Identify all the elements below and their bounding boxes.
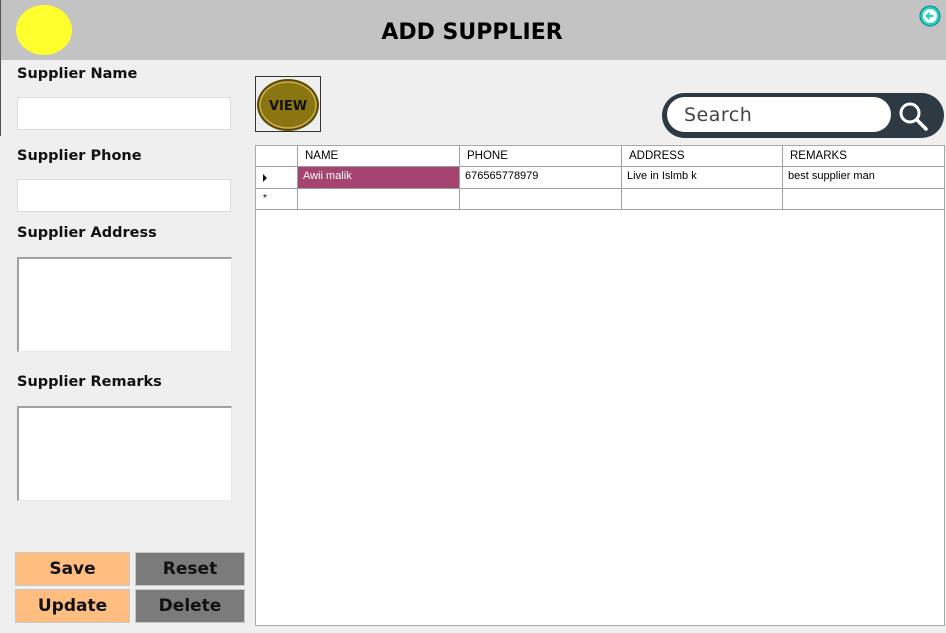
save-button[interactable]: Save <box>15 552 130 586</box>
new-row-cell-address[interactable] <box>622 189 783 210</box>
column-header-address[interactable]: ADDRESS <box>622 146 783 167</box>
page-title-text: ADD SUPPLIER <box>381 20 563 45</box>
supplier-address-label: Supplier Address <box>17 225 157 241</box>
grid-corner <box>256 146 298 167</box>
new-row-cell-remarks[interactable] <box>783 189 945 210</box>
grid-cell-phone[interactable]: 676565778979 <box>460 167 622 189</box>
column-header-remarks[interactable]: REMARKS <box>783 146 945 167</box>
new-row-marker[interactable]: * <box>256 189 298 210</box>
current-row-arrow-icon <box>263 174 267 182</box>
view-badge-icon: VIEW <box>257 79 319 131</box>
supplier-remarks-label: Supplier Remarks <box>17 374 162 390</box>
window-edge-left <box>0 60 1 136</box>
grid-cell-address[interactable]: Live in Islmb k <box>622 167 783 189</box>
reset-button[interactable]: Reset <box>135 552 245 586</box>
search-icon[interactable] <box>896 100 930 132</box>
supplier-phone-label: Supplier Phone <box>17 148 142 164</box>
supplier-name-label: Supplier Name <box>17 66 138 82</box>
supplier-name-input[interactable] <box>17 97 231 130</box>
search-input[interactable]: Search <box>667 97 891 132</box>
delete-button[interactable]: Delete <box>135 589 245 623</box>
view-button[interactable]: VIEW <box>255 76 321 132</box>
column-header-name[interactable]: NAME <box>298 146 460 167</box>
column-header-phone[interactable]: PHONE <box>460 146 622 167</box>
new-row-cell-phone[interactable] <box>460 189 622 210</box>
grid-cell-name[interactable]: Awii malik <box>298 167 460 189</box>
back-arrow-icon[interactable] <box>919 5 941 27</box>
supplier-phone-input[interactable] <box>17 179 231 212</box>
supplier-remarks-textarea[interactable] <box>17 406 232 501</box>
view-button-label: VIEW <box>269 99 307 114</box>
row-header-current[interactable] <box>256 167 298 189</box>
new-row-cell-name[interactable] <box>298 189 460 210</box>
supplier-address-textarea[interactable] <box>17 257 232 352</box>
update-button[interactable]: Update <box>15 589 130 623</box>
title-bar: ADD SUPPLIER <box>0 0 946 60</box>
search-placeholder: Search <box>684 104 753 126</box>
supplier-grid[interactable]: NAME PHONE ADDRESS REMARKS Awii malik 67… <box>255 145 945 626</box>
search-bar: Search <box>662 93 944 138</box>
grid-cell-remarks[interactable]: best supplier man <box>783 167 945 189</box>
page-title: ADD SUPPLIER <box>0 20 946 45</box>
